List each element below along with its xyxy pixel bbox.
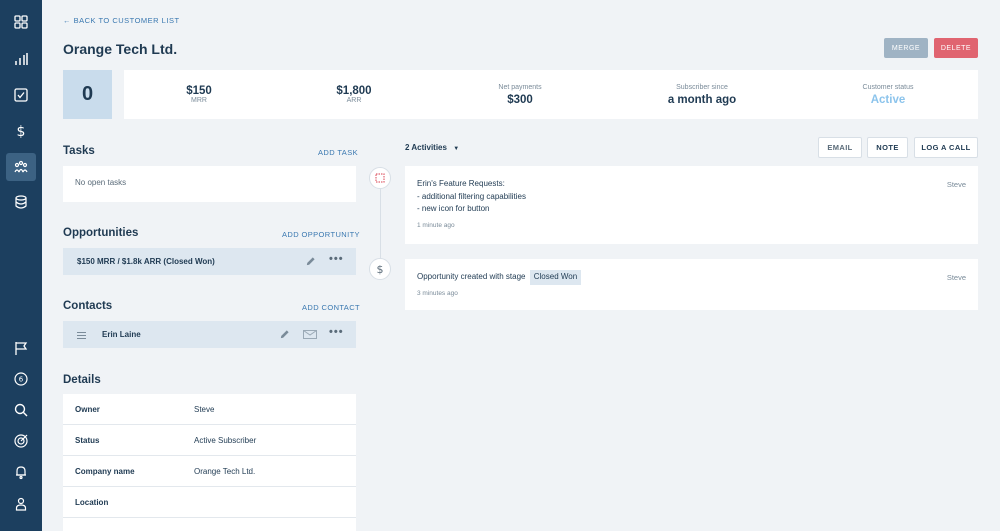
detail-key: Owner — [75, 405, 100, 414]
bell-icon[interactable] — [6, 458, 36, 486]
edit-pencil-icon[interactable] — [305, 256, 316, 267]
activities-dropdown[interactable]: 2 Activities ▼ — [405, 143, 459, 152]
email-button[interactable]: EMAIL — [818, 137, 862, 158]
activity-opportunity-body: Opportunity created with stage Closed Wo… — [417, 270, 582, 285]
subscriber-since-label: Subscriber since — [676, 83, 728, 91]
database-icon[interactable] — [6, 188, 36, 216]
detail-key: Location — [75, 498, 109, 507]
arr-stat: $1,800 ARR — [284, 70, 424, 119]
dollar-icon[interactable]: $ — [6, 117, 36, 145]
tasks-title: Tasks — [63, 145, 95, 157]
delete-button[interactable]: DELETE — [934, 38, 978, 58]
user-icon[interactable] — [6, 490, 36, 518]
stage-tag: Closed Won — [529, 270, 582, 285]
opportunity-item[interactable]: $150 MRR / $1.8k ARR (Closed Won) ••• — [63, 248, 356, 275]
subscriber-since-value: a month ago — [667, 93, 737, 106]
add-task-link[interactable]: ADD TASK — [318, 148, 358, 157]
customer-status-label: Customer status — [862, 83, 914, 91]
activity-card[interactable]: Erin's Feature Requests: - additional fi… — [405, 166, 978, 244]
svg-text:$: $ — [377, 263, 384, 275]
net-payments-stat: Net payments $300 — [450, 70, 590, 119]
timeline-line — [380, 178, 381, 260]
tasks-empty-state: No open tasks — [63, 166, 356, 202]
detail-value: Active Subscriber — [194, 436, 257, 445]
detail-row-company-name: Company name Orange Tech Ltd. — [63, 456, 356, 487]
merge-button[interactable]: MERGE — [884, 38, 928, 58]
add-contact-link[interactable]: ADD CONTACT — [302, 303, 360, 312]
note-timeline-icon — [369, 167, 391, 189]
svg-text:$: $ — [17, 124, 26, 139]
details-table: Owner Steve Status Active Subscriber Com… — [63, 394, 356, 531]
activity-author: Steve — [946, 273, 966, 282]
note-line: Erin's Feature Requests: — [417, 179, 505, 188]
search-icon[interactable] — [6, 396, 36, 424]
edit-pencil-icon[interactable] — [279, 329, 290, 340]
checkbox-icon[interactable] — [6, 81, 36, 109]
contacts-title: Contacts — [63, 300, 113, 312]
flag-icon[interactable] — [6, 334, 36, 362]
net-payments-value: $300 — [507, 93, 533, 106]
detail-key: Company name — [75, 467, 135, 476]
opportunities-title: Opportunities — [63, 227, 139, 239]
more-options-icon[interactable]: ••• — [329, 326, 344, 338]
svg-text:6: 6 — [19, 376, 24, 384]
chart-icon[interactable] — [6, 45, 36, 73]
avatar: 0 — [63, 70, 112, 119]
activity-time: 1 minute ago — [417, 222, 455, 229]
note-line: - additional filtering capabilities — [417, 191, 526, 201]
detail-row-location: Location — [63, 487, 356, 518]
detail-row-status: Status Active Subscriber — [63, 425, 356, 456]
details-title: Details — [63, 374, 101, 386]
net-payments-label: Net payments — [498, 83, 542, 91]
mrr-stat: $150 MRR — [129, 70, 269, 119]
mrr-label: MRR — [191, 97, 207, 104]
detail-value: Orange Tech Ltd. — [194, 467, 256, 476]
mrr-value: $150 — [186, 85, 212, 97]
opportunity-stage: (Closed Won) — [163, 257, 215, 266]
opportunity-amount: $150 MRR / $1.8k ARR — [77, 257, 162, 266]
email-icon[interactable] — [303, 330, 317, 339]
activity-note-body: Erin's Feature Requests: - additional fi… — [417, 178, 526, 216]
activity-author: Steve — [946, 180, 966, 189]
activity-text: Opportunity created with stage — [417, 272, 526, 281]
page-title: Orange Tech Ltd. — [63, 41, 178, 57]
contact-item[interactable]: Erin Laine ••• — [63, 321, 356, 348]
more-options-icon[interactable]: ••• — [329, 253, 344, 265]
arr-label: ARR — [346, 97, 362, 104]
sidebar: $ 6 — [0, 0, 42, 531]
note-line: - new icon for button — [417, 204, 490, 213]
notification-count-icon[interactable]: 6 — [6, 365, 36, 393]
chevron-down-icon: ▼ — [453, 146, 460, 152]
arr-value: $1,800 — [336, 85, 372, 97]
activity-time: 3 minutes ago — [417, 290, 458, 297]
detail-value: Steve — [194, 405, 215, 414]
summary-stats: $150 MRR $1,800 ARR Net payments $300 Su… — [124, 70, 978, 119]
customer-status-value: Active — [870, 93, 906, 106]
note-button[interactable]: NOTE — [867, 137, 908, 158]
customers-icon[interactable] — [6, 153, 36, 181]
detail-key: Status — [75, 436, 100, 445]
target-icon[interactable] — [6, 427, 36, 455]
add-opportunity-link[interactable]: ADD OPPORTUNITY — [282, 230, 360, 239]
grid-icon[interactable] — [6, 8, 36, 36]
customer-status-stat: Customer status Active — [818, 70, 958, 119]
drag-handle-icon[interactable] — [77, 332, 86, 341]
activities-count: 2 Activities — [405, 143, 447, 152]
subscriber-since-stat: Subscriber since a month ago — [632, 70, 772, 119]
dollar-timeline-icon: $ — [369, 258, 391, 280]
log-a-call-button[interactable]: LOG A CALL — [914, 137, 978, 158]
back-to-customer-list-link[interactable]: ← BACK TO CUSTOMER LIST — [63, 16, 180, 25]
contact-name: Erin Laine — [102, 330, 141, 339]
activity-card[interactable]: Opportunity created with stage Closed Wo… — [405, 259, 978, 310]
detail-row-owner: Owner Steve — [63, 394, 356, 425]
